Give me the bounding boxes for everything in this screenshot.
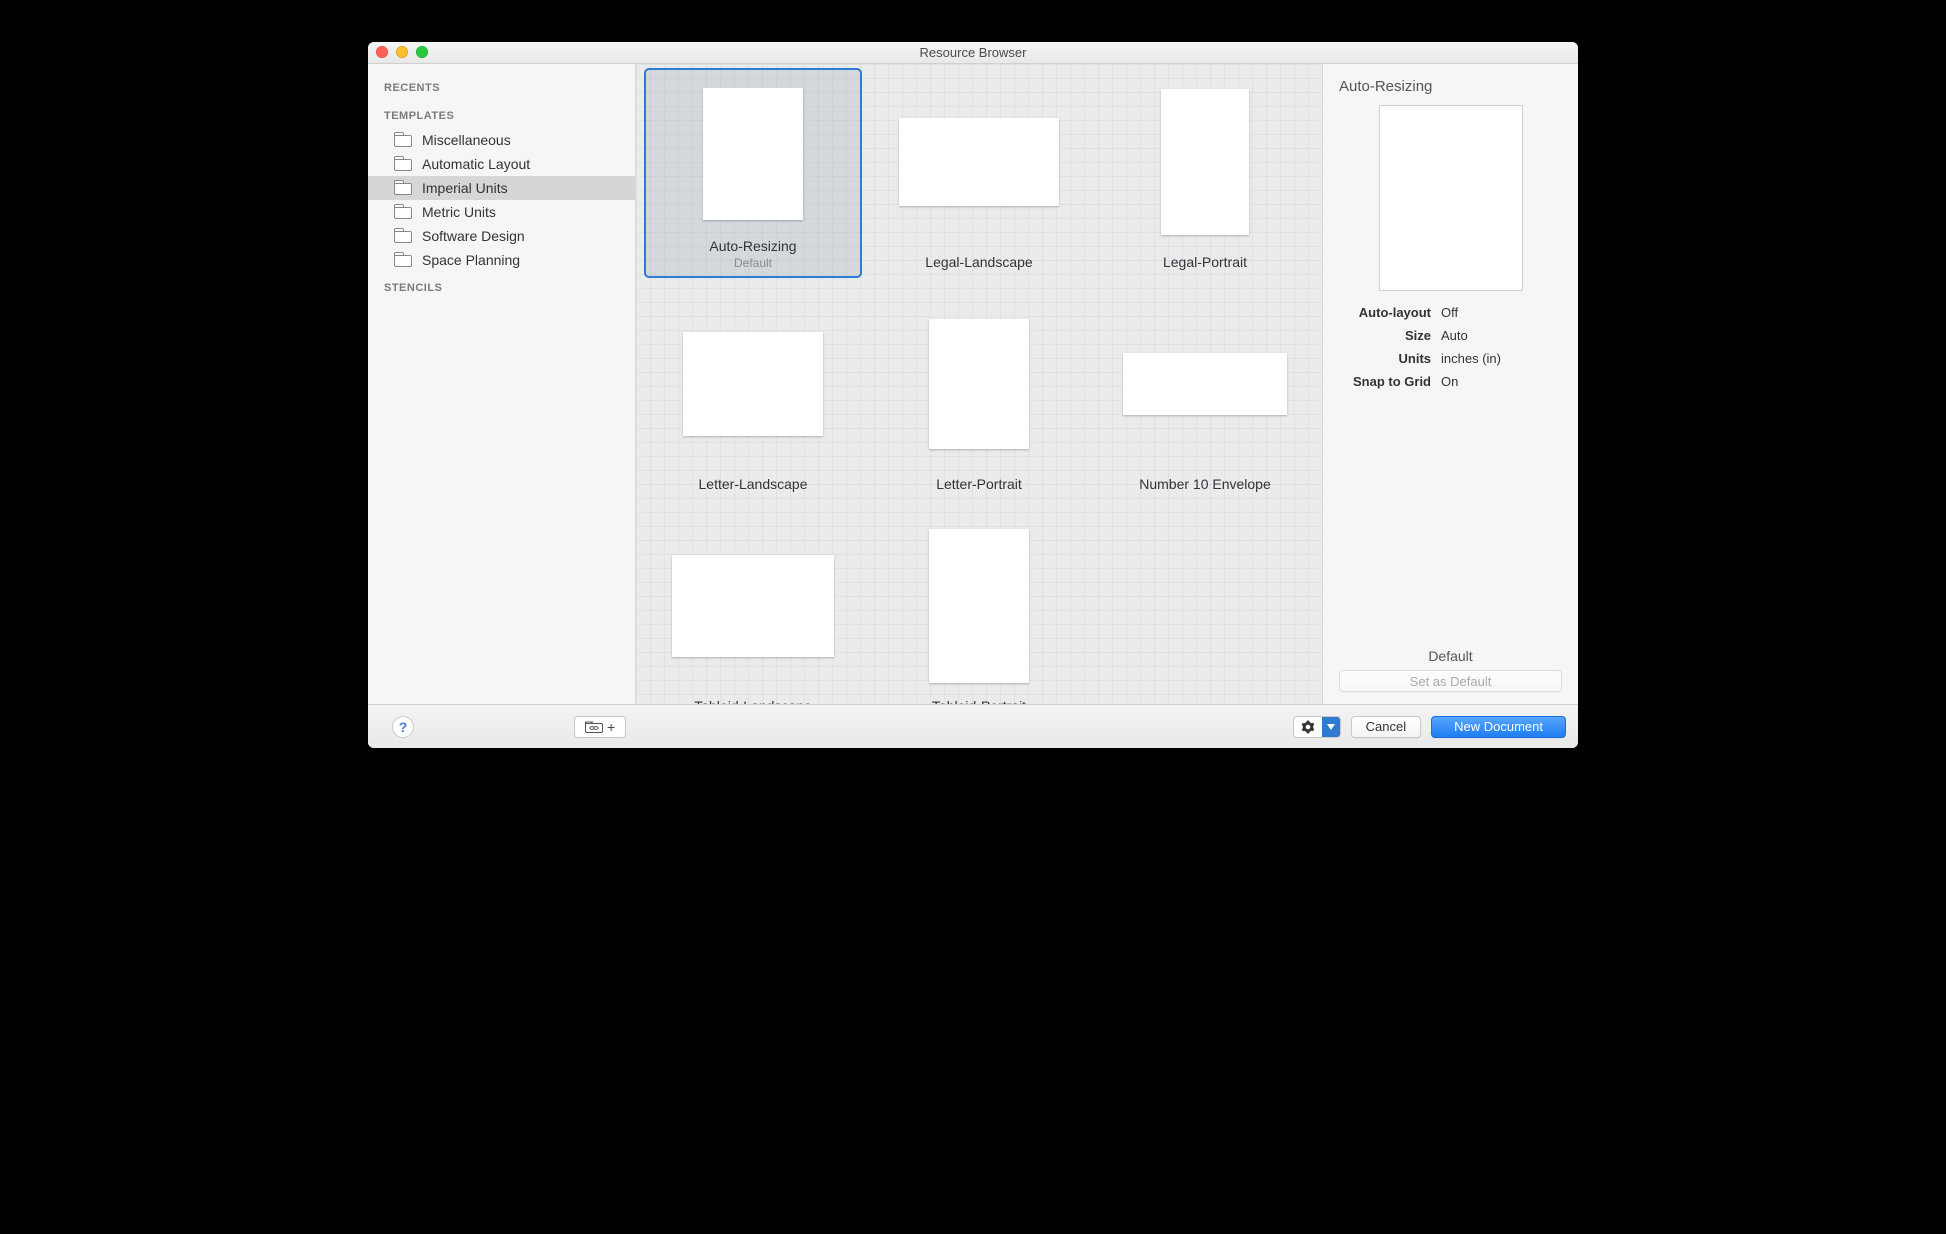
window-title: Resource Browser [920, 45, 1027, 60]
prop-label-auto-layout: Auto-layout [1339, 305, 1431, 320]
template-tabloid-landscape[interactable]: Tabloid-Landscape [644, 512, 862, 704]
folder-icon [394, 205, 412, 219]
sidebar-item-miscellaneous[interactable]: Miscellaneous [368, 128, 635, 152]
template-label: Number 10 Envelope [1139, 476, 1271, 492]
template-thumb [1123, 353, 1287, 415]
template-label: Letter-Landscape [699, 476, 808, 492]
window-controls [376, 46, 428, 58]
new-document-button[interactable]: New Document [1431, 716, 1566, 738]
prop-label-snap: Snap to Grid [1339, 374, 1431, 389]
template-sublabel: Default [734, 256, 772, 270]
sidebar-item-automatic-layout[interactable]: Automatic Layout [368, 152, 635, 176]
prop-value-size: Auto [1441, 328, 1562, 343]
template-thumb [899, 118, 1059, 206]
template-label: Letter-Portrait [936, 476, 1022, 492]
window: Resource Browser RECENTS TEMPLATES Misce… [368, 42, 1578, 748]
actions-menu[interactable] [1293, 716, 1341, 738]
template-grid: Auto-Resizing Default Legal-Landscape Le… [636, 64, 1322, 704]
help-icon: ? [399, 719, 408, 735]
gear-icon [1301, 720, 1315, 734]
template-label: Tabloid-Landscape [694, 698, 812, 704]
zoom-icon[interactable] [416, 46, 428, 58]
sidebar-item-space-planning[interactable]: Space Planning [368, 248, 635, 272]
sidebar: RECENTS TEMPLATES Miscellaneous Automati… [368, 64, 636, 704]
template-thumb [929, 319, 1029, 449]
sidebar-heading-templates: TEMPLATES [368, 100, 635, 128]
sidebar-heading-recents: RECENTS [368, 72, 635, 100]
prop-label-units: Units [1339, 351, 1431, 366]
template-thumb [672, 555, 834, 657]
sidebar-item-software-design[interactable]: Software Design [368, 224, 635, 248]
sidebar-item-label: Automatic Layout [422, 156, 530, 172]
sidebar-item-label: Space Planning [422, 252, 520, 268]
close-icon[interactable] [376, 46, 388, 58]
template-thumb [1161, 89, 1249, 235]
prop-label-size: Size [1339, 328, 1431, 343]
folder-icon [394, 229, 412, 243]
template-legal-landscape[interactable]: Legal-Landscape [870, 68, 1088, 278]
sidebar-item-label: Metric Units [422, 204, 496, 220]
template-label: Tabloid-Portrait [932, 698, 1026, 704]
template-label: Legal-Landscape [925, 254, 1032, 270]
sidebar-item-label: Imperial Units [422, 180, 508, 196]
template-tabloid-portrait[interactable]: Tabloid-Portrait [870, 512, 1088, 704]
template-thumb [703, 88, 803, 220]
folder-icon [394, 133, 412, 147]
template-label: Auto-Resizing [709, 238, 796, 254]
template-auto-resizing[interactable]: Auto-Resizing Default [644, 68, 862, 278]
template-letter-portrait[interactable]: Letter-Portrait [870, 290, 1088, 500]
folder-icon [394, 157, 412, 171]
sidebar-item-label: Software Design [422, 228, 525, 244]
template-letter-landscape[interactable]: Letter-Landscape [644, 290, 862, 500]
cancel-button[interactable]: Cancel [1351, 716, 1421, 738]
titlebar: Resource Browser [368, 42, 1578, 64]
sidebar-item-label: Miscellaneous [422, 132, 511, 148]
sidebar-heading-stencils: STENCILS [368, 272, 635, 300]
template-label: Legal-Portrait [1163, 254, 1247, 270]
link-folder-button[interactable]: + [574, 716, 626, 738]
folder-icon [394, 253, 412, 267]
inspector: Auto-Resizing Auto-layout Off Size Auto … [1322, 64, 1578, 704]
inspector-title: Auto-Resizing [1339, 78, 1562, 95]
sidebar-item-metric-units[interactable]: Metric Units [368, 200, 635, 224]
plus-icon: + [607, 719, 615, 735]
template-thumb [929, 529, 1029, 683]
template-number-10-envelope[interactable]: Number 10 Envelope [1096, 290, 1314, 500]
toolbar: ? + Cancel New Document [368, 704, 1578, 748]
minimize-icon[interactable] [396, 46, 408, 58]
link-folder-icon [585, 721, 603, 733]
prop-value-snap: On [1441, 374, 1562, 389]
template-legal-portrait[interactable]: Legal-Portrait [1096, 68, 1314, 278]
set-as-default-button[interactable]: Set as Default [1339, 670, 1562, 692]
folder-icon [394, 181, 412, 195]
help-button[interactable]: ? [392, 716, 414, 738]
sidebar-item-imperial-units[interactable]: Imperial Units [368, 176, 635, 200]
prop-value-auto-layout: Off [1441, 305, 1562, 320]
template-thumb [683, 332, 823, 436]
inspector-preview [1379, 105, 1523, 291]
prop-value-units: inches (in) [1441, 351, 1562, 366]
default-label: Default [1339, 648, 1562, 664]
inspector-properties: Auto-layout Off Size Auto Units inches (… [1339, 305, 1562, 389]
chevron-down-icon [1327, 724, 1335, 730]
